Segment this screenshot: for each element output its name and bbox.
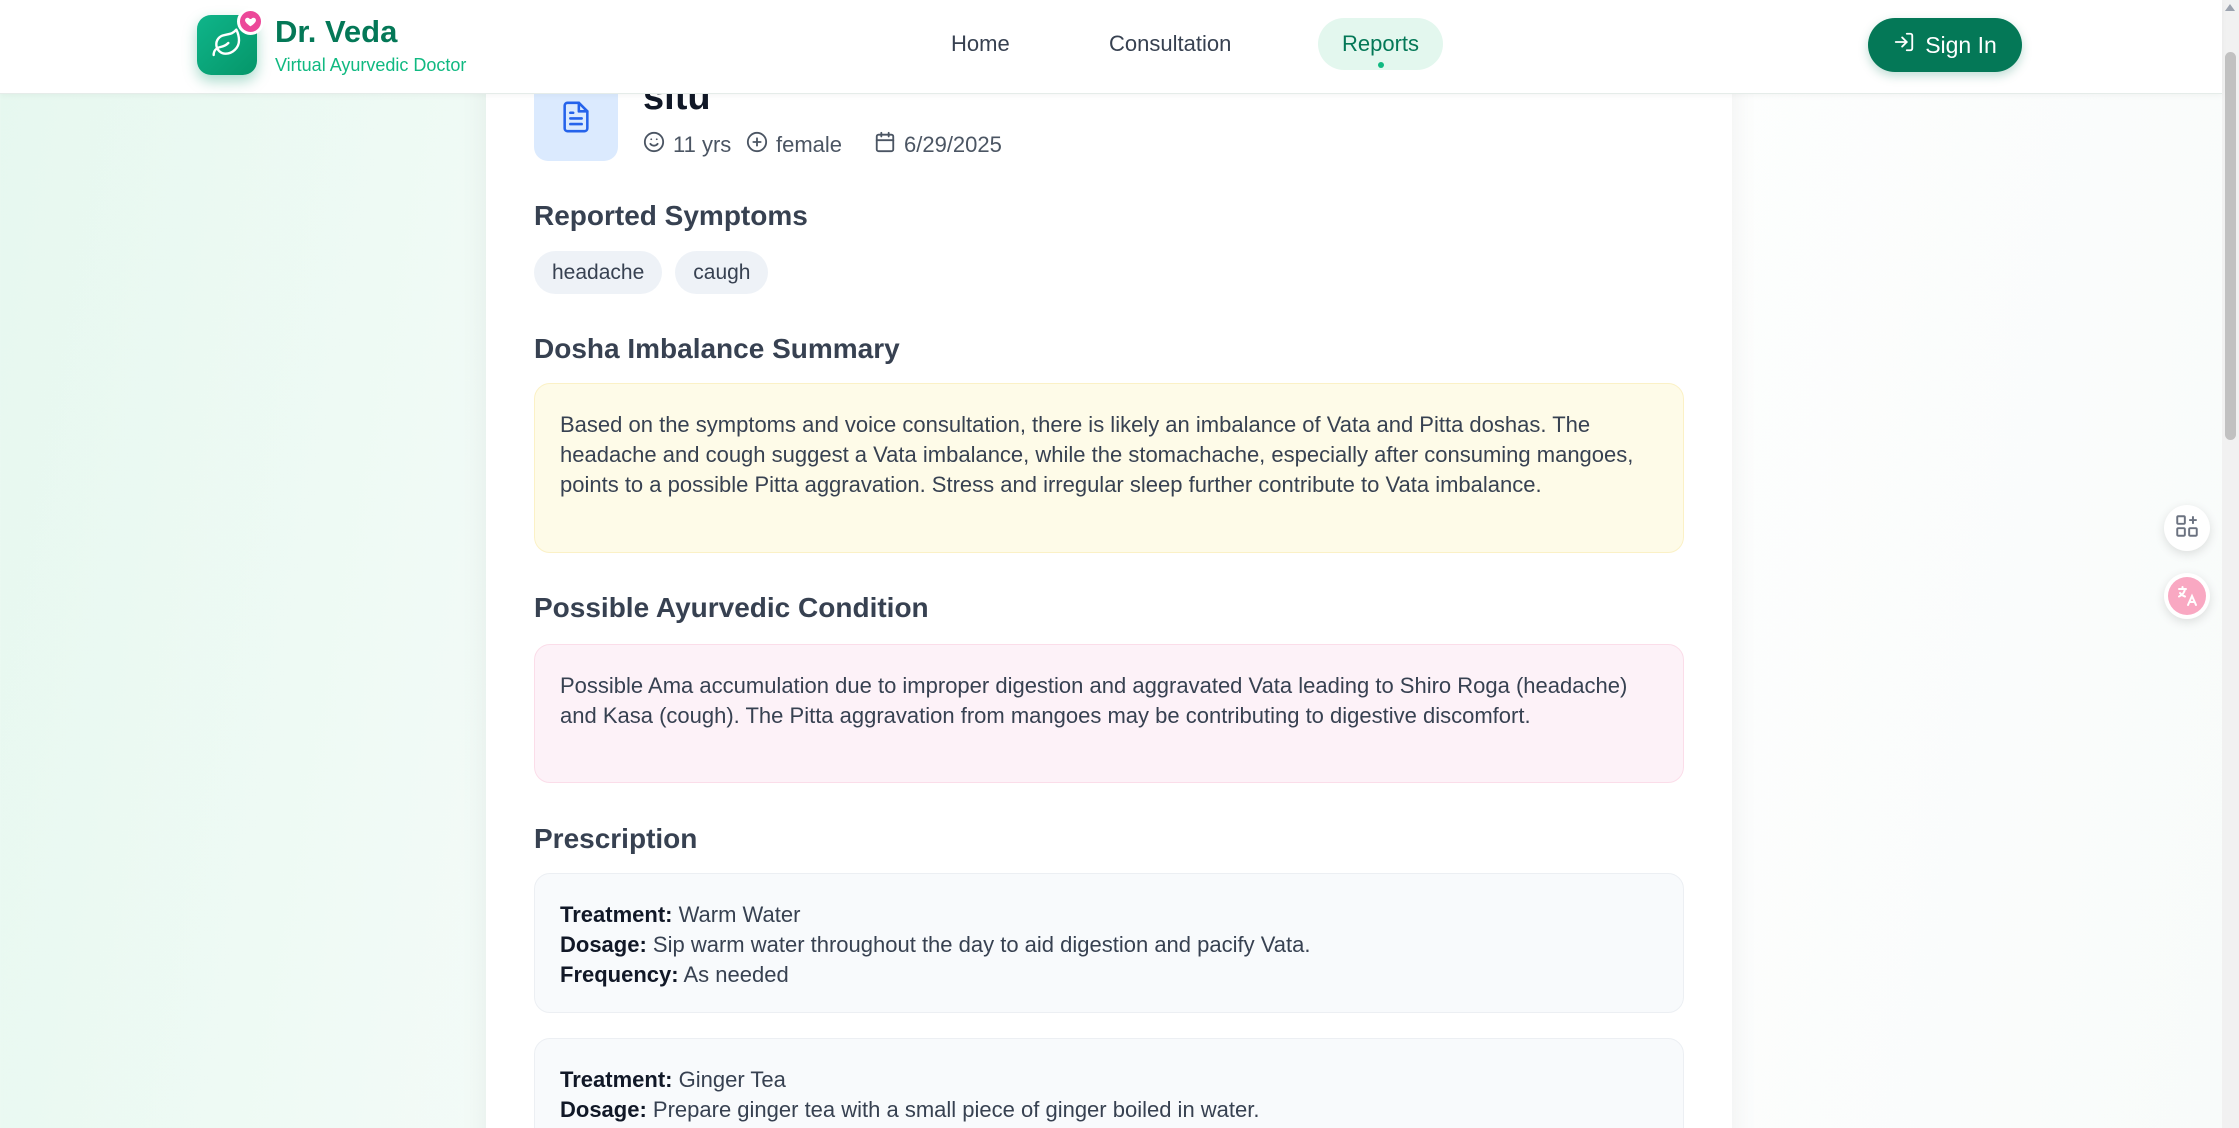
nav-home[interactable]: Home bbox=[927, 18, 1034, 70]
dosage-line: Dosage: Prepare ginger tea with a small … bbox=[560, 1097, 1260, 1122]
dosha-summary-box: Based on the symptoms and voice consulta… bbox=[534, 383, 1684, 553]
treatment-value: Ginger Tea bbox=[678, 1067, 786, 1092]
patient-gender-value: female bbox=[776, 132, 843, 157]
translate-button[interactable] bbox=[2164, 573, 2210, 619]
condition-box: Possible Ama accumulation due to imprope… bbox=[534, 644, 1684, 783]
treatment-line: Treatment: Ginger Tea bbox=[560, 1067, 786, 1092]
symptom-chip: headache bbox=[534, 251, 663, 294]
heart-icon bbox=[237, 8, 264, 35]
dosage-line: Dosage: Sip warm water throughout the da… bbox=[560, 932, 1311, 957]
face-icon bbox=[643, 131, 665, 159]
sign-in-label: Sign In bbox=[1925, 31, 1997, 58]
dosage-value: Sip warm water throughout the day to aid… bbox=[652, 932, 1311, 957]
sign-in-icon bbox=[1893, 31, 1915, 59]
apps-button[interactable] bbox=[2164, 505, 2210, 551]
dosage-value: Prepare ginger tea with a small piece of… bbox=[652, 1097, 1260, 1122]
symptoms-heading: Reported Symptoms bbox=[534, 200, 808, 231]
apps-icon bbox=[2174, 513, 2200, 544]
active-indicator bbox=[1377, 62, 1384, 68]
treatment-line: Treatment: Warm Water bbox=[560, 902, 801, 927]
patient-age: 11 yrs bbox=[643, 131, 731, 159]
report-date-value: 6/29/2025 bbox=[904, 132, 1002, 157]
sign-in-button[interactable]: Sign In bbox=[1868, 18, 2022, 72]
treatment-value: Warm Water bbox=[678, 902, 801, 927]
calendar-icon bbox=[874, 131, 896, 159]
report-date: 6/29/2025 bbox=[874, 131, 1002, 159]
gender-icon bbox=[746, 131, 768, 159]
brand-tagline: Virtual Ayurvedic Doctor bbox=[275, 55, 467, 75]
frequency-value: As needed bbox=[683, 962, 789, 987]
document-icon bbox=[559, 100, 593, 139]
condition-heading: Possible Ayurvedic Condition bbox=[534, 592, 929, 623]
symptom-chip: caugh bbox=[675, 251, 769, 294]
symptom-chips: headache caugh bbox=[534, 251, 769, 294]
patient-gender: female bbox=[746, 131, 842, 159]
brand-name[interactable]: Dr. Veda bbox=[275, 14, 397, 50]
frequency-line: Frequency: As needed bbox=[560, 962, 789, 987]
nav-consultation[interactable]: Consultation bbox=[1085, 18, 1255, 70]
scroll-up-arrow[interactable] bbox=[2225, 4, 2235, 11]
scrollbar-thumb[interactable] bbox=[2225, 52, 2236, 440]
nav-reports-label: Reports bbox=[1342, 31, 1420, 56]
top-navbar: Dr. Veda Virtual Ayurvedic Doctor Home C… bbox=[0, 0, 2222, 94]
leaf-icon bbox=[211, 27, 243, 64]
prescription-item: Treatment: Warm Water Dosage: Sip warm w… bbox=[534, 873, 1684, 1013]
translate-icon bbox=[2168, 577, 2206, 615]
prescription-heading: Prescription bbox=[534, 823, 698, 854]
nav-reports[interactable]: Reports bbox=[1318, 18, 1444, 70]
condition-text: Possible Ama accumulation due to imprope… bbox=[560, 673, 1628, 728]
patient-age-value: 11 yrs bbox=[673, 132, 732, 157]
dosha-summary-text: Based on the symptoms and voice consulta… bbox=[560, 412, 1634, 497]
dosha-heading: Dosha Imbalance Summary bbox=[534, 333, 900, 364]
prescription-item: Treatment: Ginger Tea Dosage: Prepare gi… bbox=[534, 1038, 1684, 1128]
scrollbar[interactable] bbox=[2222, 0, 2239, 1128]
